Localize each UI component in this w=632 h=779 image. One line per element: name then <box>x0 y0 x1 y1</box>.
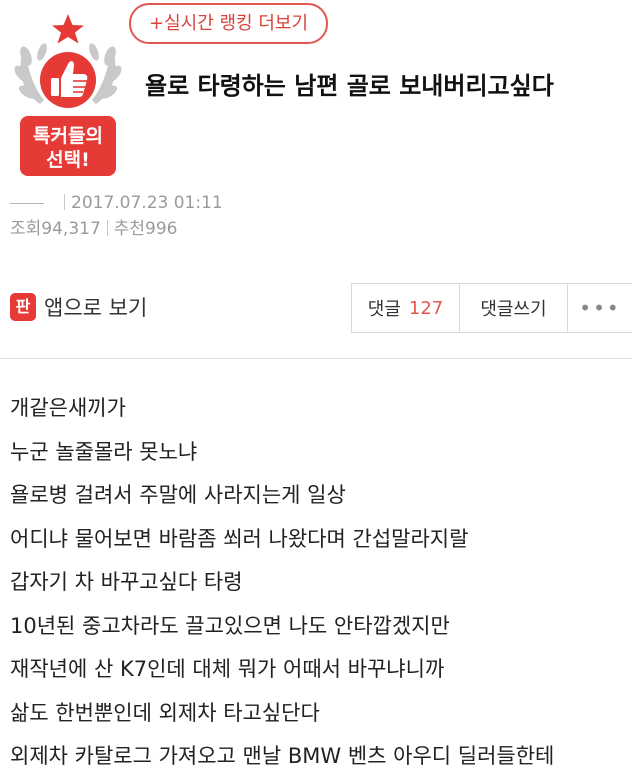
write-comment-button[interactable]: 댓글쓰기 <box>459 284 567 332</box>
realtime-ranking-button[interactable]: +실시간 랭킹 더보기 <box>129 3 329 44</box>
body-line: 10년된 중고차라도 끌고있으면 나도 안타깝겠지만 <box>10 613 450 638</box>
author-placeholder <box>10 202 44 204</box>
more-dots-icon: ••• <box>579 296 621 320</box>
action-bar: 판 앱으로 보기 댓글 127 댓글쓰기 ••• <box>0 282 632 334</box>
likes-label: 추천 <box>113 219 146 239</box>
app-view-label: 앱으로 보기 <box>44 296 148 320</box>
badge-line2: 선택! <box>46 149 90 171</box>
thumbs-up-badge-icon: 톡커들의 선택! <box>14 14 122 176</box>
body-line: 누군 놀줄몰라 못노냐 <box>10 439 198 464</box>
body-line: 욜로병 걸려서 주말에 사라지는게 일상 <box>10 483 346 507</box>
body-line: 외제차 카탈로그 가져오고 맨날 BMW 벤츠 아우디 딜러들한테 <box>10 744 555 768</box>
body-line: 개같은새끼가 <box>10 396 126 420</box>
views-label: 조회 <box>10 219 42 239</box>
post-body: 개같은새끼가 누군 놀줄몰라 못노냐 욜로병 걸려서 주말에 사라지는게 일상 … <box>10 387 630 779</box>
body-line: 재작년에 산 K7인데 대체 뭐가 어때서 바꾸냐니까 <box>10 657 445 681</box>
post-title: 욜로 타령하는 남편 골로 보내버리고싶다 <box>145 72 554 100</box>
author-date-row: 2017.07.23 01:11 <box>10 190 223 216</box>
stats-row: 조회94,317 추천996 <box>10 216 223 242</box>
divider-bar <box>64 194 65 210</box>
pann-app-icon: 판 <box>10 293 36 321</box>
views-count: 94,317 <box>41 219 101 239</box>
comments-button[interactable]: 댓글 127 <box>352 284 459 332</box>
comment-button-group: 댓글 127 댓글쓰기 ••• <box>351 283 632 333</box>
app-view-link[interactable]: 판 앱으로 보기 <box>10 292 147 322</box>
post-header: 톡커들의 선택! +실시간 랭킹 더보기 욜로 타령하는 남편 골로 보내버리고… <box>0 0 632 182</box>
comments-label: 댓글 <box>367 299 401 320</box>
body-line: 삶도 한번뿐인데 외제차 타고싶단다 <box>10 700 320 725</box>
likes-count: 996 <box>145 219 178 239</box>
post-meta: 2017.07.23 01:11 조회94,317 추천996 <box>10 190 223 242</box>
body-line: 어디냐 물어보면 바람좀 쐬러 나왔다며 간섭말라지랄 <box>10 526 469 551</box>
body-line: 갑자기 차 바꾸고싶다 타령 <box>10 570 243 594</box>
post-date: 2017.07.23 01:11 <box>71 193 223 213</box>
badge-line1: 톡커들의 <box>33 125 103 147</box>
divider-bar <box>106 220 108 236</box>
star-icon <box>52 14 84 44</box>
more-options-button[interactable]: ••• <box>567 284 632 332</box>
write-comment-label: 댓글쓰기 <box>480 299 547 320</box>
section-divider <box>0 358 632 359</box>
comments-count: 127 <box>408 297 444 319</box>
